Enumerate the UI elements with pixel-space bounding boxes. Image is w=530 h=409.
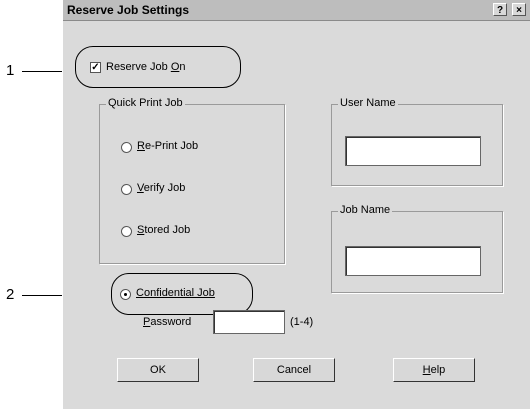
help-rest: elp bbox=[430, 364, 446, 376]
reserve-job-dialog: Reserve Job Settings ? × ✓ Reserve Job O… bbox=[62, 0, 530, 409]
verify-job-label[interactable]: Verify Job bbox=[137, 182, 185, 194]
user-name-input[interactable] bbox=[345, 136, 481, 166]
confidential-accel: C bbox=[136, 287, 144, 299]
help-accel: H bbox=[422, 364, 431, 376]
stored-job-label[interactable]: Stored Job bbox=[137, 224, 190, 236]
cancel-button[interactable]: Cancel bbox=[253, 358, 335, 382]
verify-rest: erify Job bbox=[143, 182, 186, 194]
password-hint: (1-4) bbox=[290, 316, 314, 328]
stored-rest: tored Job bbox=[144, 224, 191, 236]
callout-2: 2 bbox=[6, 286, 15, 303]
confidential-job-label[interactable]: Confidential Job bbox=[136, 287, 215, 299]
reprint-accel: R bbox=[137, 140, 145, 152]
help-button[interactable]: Help bbox=[393, 358, 475, 382]
reserve-job-label-text: Reserve Job bbox=[106, 61, 171, 73]
password-input[interactable] bbox=[213, 310, 285, 334]
help-icon[interactable]: ? bbox=[493, 3, 507, 16]
reprint-rest: e-Print Job bbox=[144, 140, 199, 152]
job-name-group-label: Job Name bbox=[338, 204, 393, 216]
job-name-input[interactable] bbox=[345, 246, 481, 276]
verify-accel: V bbox=[137, 182, 144, 194]
reprint-job-radio[interactable] bbox=[121, 142, 132, 153]
confidential-rest: onfidential Job bbox=[143, 287, 215, 299]
password-rest: assword bbox=[150, 316, 192, 328]
callout-1: 1 bbox=[6, 62, 15, 79]
reprint-job-label[interactable]: Re-Print Job bbox=[137, 140, 198, 152]
reserve-job-label[interactable]: Reserve Job On bbox=[106, 61, 186, 73]
quick-print-group-label: Quick Print Job bbox=[106, 97, 185, 109]
reserve-job-checkbox[interactable]: ✓ bbox=[90, 62, 101, 73]
password-label: Password bbox=[143, 316, 191, 328]
close-icon[interactable]: × bbox=[512, 3, 526, 16]
ok-button[interactable]: OK bbox=[117, 358, 199, 382]
title-bar: Reserve Job Settings ? × bbox=[63, 0, 530, 21]
verify-job-radio[interactable] bbox=[121, 184, 132, 195]
stored-job-radio[interactable] bbox=[121, 226, 132, 237]
dialog-title: Reserve Job Settings bbox=[67, 3, 190, 17]
user-name-group-label: User Name bbox=[338, 97, 398, 109]
reserve-job-suffix: n bbox=[179, 61, 186, 73]
confidential-job-radio[interactable] bbox=[120, 289, 131, 300]
